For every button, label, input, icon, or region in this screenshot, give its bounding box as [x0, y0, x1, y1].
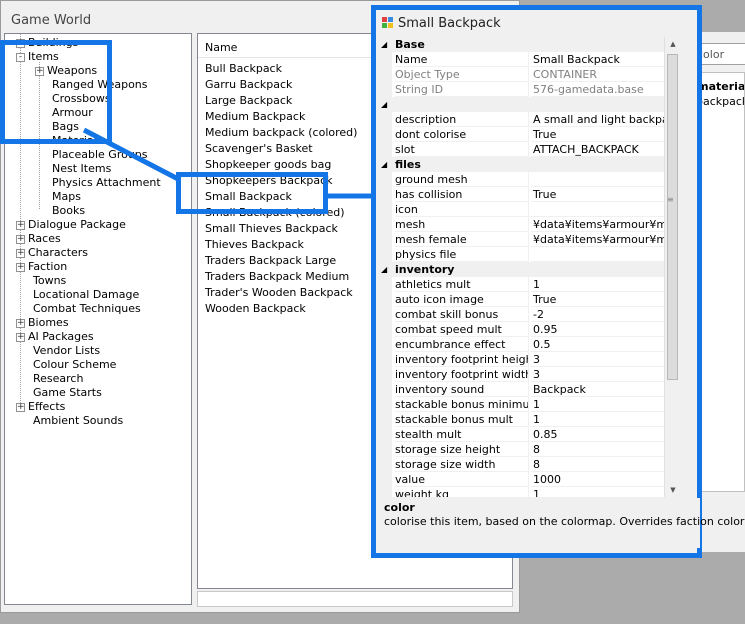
- highlight-connectors: [82, 127, 373, 199]
